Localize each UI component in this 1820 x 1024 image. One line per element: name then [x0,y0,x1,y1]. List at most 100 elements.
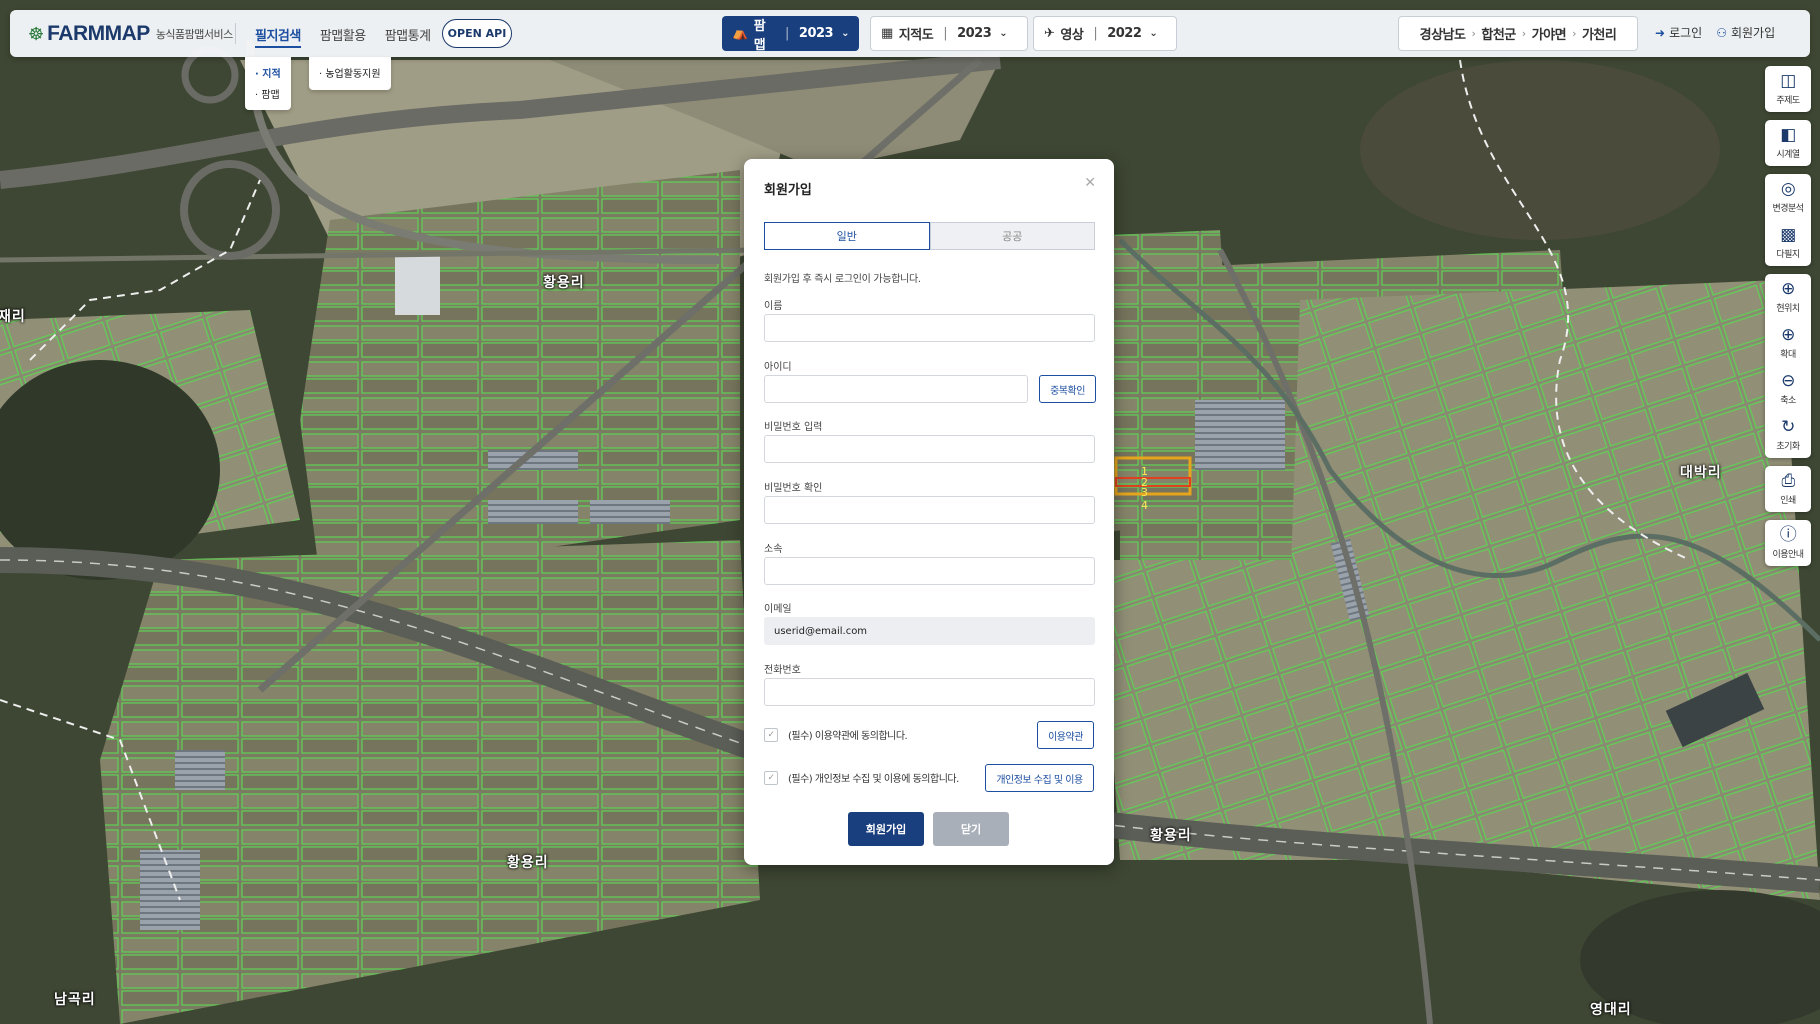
multi-parcel-button[interactable]: ▩ 다필지 [1765,220,1811,266]
chevron-down-icon: ⌄ [841,28,849,39]
user-icon: ⚇ [1716,26,1727,40]
open-api-button[interactable]: OPEN API [442,19,512,48]
tool-label: 초기화 [1776,442,1800,452]
separator: | [1093,26,1098,41]
submenu-farmmap[interactable]: · 팜맵 [255,86,281,101]
layer-label: 팜맵 [753,18,766,53]
parcel-search-submenu: · 지적 · 팜맵 [245,57,291,110]
toolbar-group: ⎙ 인쇄 [1765,466,1811,512]
submenu-farm-support[interactable]: · 농업활동지원 [319,65,381,80]
info-icon: ⓘ [1779,525,1797,545]
layer-year: 2022 [1107,26,1142,41]
close-icon[interactable]: ✕ [1084,175,1096,191]
nav-farmmap-stats[interactable]: 팜맵통계 [385,25,431,48]
password-label: 비밀번호 입력 [764,422,823,433]
layers-icon: ◫ [1780,71,1796,91]
tool-label: 현위치 [1776,304,1800,314]
separator: | [943,26,948,41]
crosshair-icon: ⊕ [1781,279,1795,299]
name-field[interactable] [764,314,1095,342]
terms-agreement-text: (필수) 이용약관에 동의합니다. [788,731,908,742]
chevron-down-icon: ⌄ [999,28,1008,39]
breadcrumb-town[interactable]: 가야면 [1532,24,1567,43]
map-place-label: 황용리 [543,275,585,291]
breadcrumb-county[interactable]: 합천군 [1481,24,1516,43]
layer-year: 2023 [798,26,834,41]
leaf-icon: ☸ [28,23,45,45]
layer-label: 영상 [1060,28,1084,43]
password-field[interactable] [764,435,1095,463]
map-toolbar: ◫ 주제도 ◧ 시계열 ◎ 변경분석 ▩ 다필지 ⊕ 현위치 ⊕ 확대 ⊖ 축소 ↻ 초기화 ⎙… [1765,66,1811,574]
print-button[interactable]: ⎙ 인쇄 [1765,466,1811,512]
tool-label: 다필지 [1776,250,1800,260]
help-button[interactable]: ⓘ 이용안내 [1765,520,1811,566]
breadcrumb-province[interactable]: 경상남도 [1420,24,1466,43]
chevron-right-icon: › [1572,27,1576,40]
logo-subtitle: 농식품팜맵서비스 [155,28,233,41]
time-series-button[interactable]: ◧ 시계열 [1765,120,1811,166]
signup-modal: 회원가입 ✕ 일반 공공 회원가입 후 즉시 로그인이 가능합니다. 이름 아이… [744,159,1114,865]
tool-label: 축소 [1780,396,1796,406]
affiliation-label: 소속 [764,544,783,555]
split-view-icon: ◧ [1780,125,1796,145]
phone-field[interactable] [764,678,1095,706]
tool-label: 확대 [1780,350,1796,360]
nav-parcel-search[interactable]: 필지검색 [255,25,301,48]
farmmap-layer-select[interactable]: ⛺ 팜맵 | 2023 ⌄ [722,16,859,53]
zoom-out-button[interactable]: ⊖ 축소 [1765,366,1811,412]
tool-label: 주제도 [1776,96,1800,106]
parcel-number: 4 [1141,499,1148,512]
login-icon: ➜ [1655,26,1666,40]
plus-icon: ⊕ [1781,325,1795,345]
privacy-policy-button[interactable]: 개인정보 수집 및 이용 [985,764,1094,792]
tool-label: 인쇄 [1780,496,1796,506]
farmmap-logo[interactable]: ☸ FARMMAP 농식품팜맵서비스 [28,22,233,46]
login-label: 로그인 [1669,26,1703,40]
thematic-map-button[interactable]: ◫ 주제도 [1765,66,1811,112]
toolbar-group: ◧ 시계열 [1765,120,1811,166]
chevron-right-icon: › [1471,27,1476,40]
tab-general[interactable]: 일반 [764,222,930,250]
map-place-label: 남곡리 [54,992,96,1008]
tool-label: 이용안내 [1772,550,1804,560]
toolbar-group: ⊕ 현위치 ⊕ 확대 ⊖ 축소 ↻ 초기화 [1765,274,1811,458]
id-field[interactable] [764,375,1028,403]
privacy-checkbox[interactable]: ✓ [764,770,778,785]
minus-icon: ⊖ [1781,371,1795,391]
affiliation-field[interactable] [764,557,1095,585]
login-link[interactable]: ➜ 로그인 [1655,24,1702,41]
signup-label: 회원가입 [1730,26,1776,40]
close-button[interactable]: 닫기 [933,812,1009,846]
map-place-label: 황용리 [507,855,549,871]
tab-public[interactable]: 공공 [929,222,1095,250]
change-analysis-button[interactable]: ◎ 변경분석 [1765,174,1811,220]
signup-link[interactable]: ⚇ 회원가입 [1716,24,1775,41]
chevron-down-icon: ⌄ [1149,28,1158,39]
nav-farmmap-use[interactable]: 팜맵활용 [320,25,366,48]
toolbar-group: ⓘ 이용안내 [1765,520,1811,566]
cadastral-layer-select[interactable]: ▦ 지적도 | 2023 ⌄ [870,16,1028,51]
farmmap-use-submenu: · 농업활동지원 [309,57,391,90]
map-place-label: 재리 [0,309,26,325]
privacy-agreement: ✓ (필수) 개인정보 수집 및 이용에 동의합니다. [764,770,959,785]
terms-checkbox[interactable]: ✓ [764,727,778,742]
logo-text: FARMMAP [47,22,150,45]
region-breadcrumb[interactable]: 경상남도 › 합천군 › 가야면 › 가천리 [1398,16,1638,51]
name-label: 이름 [764,301,783,312]
signup-submit-button[interactable]: 회원가입 [848,812,924,846]
submenu-cadastral[interactable]: · 지적 [255,65,281,80]
zoom-in-button[interactable]: ⊕ 확대 [1765,320,1811,366]
current-location-button[interactable]: ⊕ 현위치 [1765,274,1811,320]
image-layer-select[interactable]: ✈ 영상 | 2022 ⌄ [1033,16,1177,51]
breadcrumb-village[interactable]: 가천리 [1582,24,1617,43]
terms-button[interactable]: 이용약관 [1037,721,1094,749]
duplicate-check-button[interactable]: 중복확인 [1039,375,1096,403]
divider [235,23,236,44]
separator: | [785,26,789,41]
password-confirm-field[interactable] [764,496,1095,524]
id-label: 아이디 [764,362,792,373]
email-field[interactable] [764,617,1095,645]
grid-icon: ▩ [1780,225,1796,245]
email-label: 이메일 [764,604,792,615]
reset-button[interactable]: ↻ 초기화 [1765,412,1811,458]
